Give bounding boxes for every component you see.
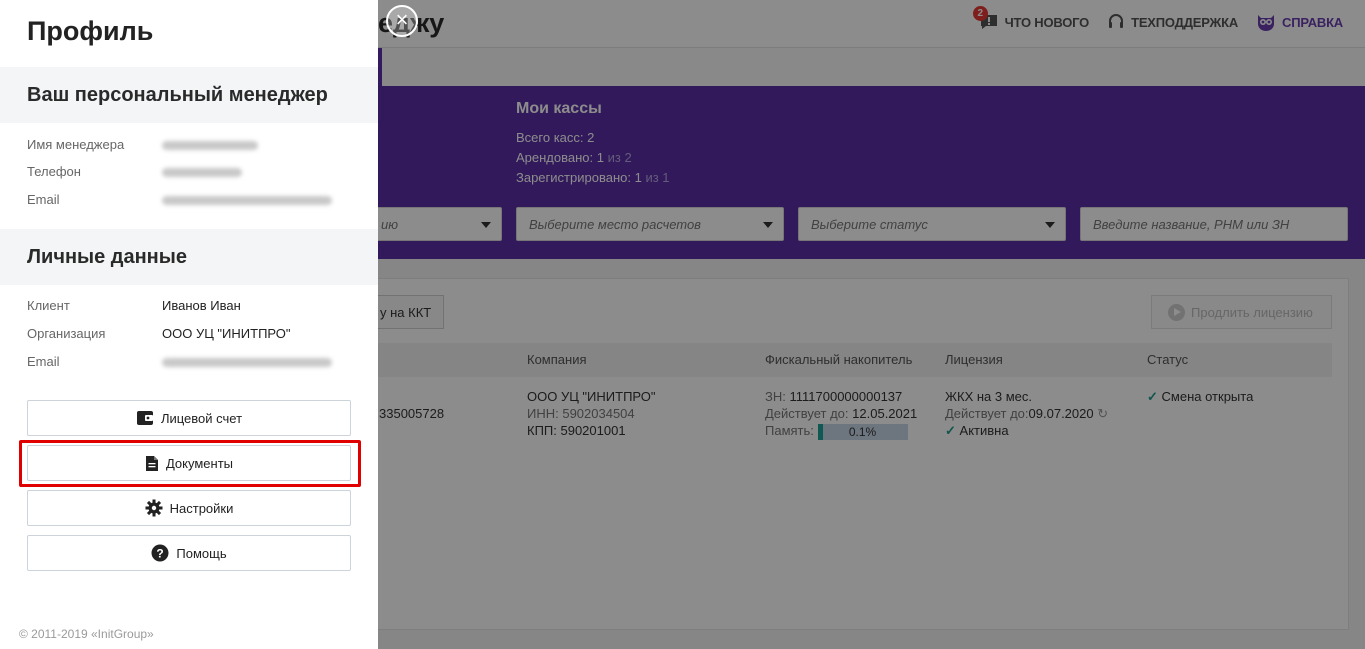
manager-phone-row: Телефон	[27, 162, 357, 182]
question-circle-icon: ?	[151, 544, 169, 562]
blurred-value	[162, 168, 242, 177]
settings-button[interactable]: Настройки	[27, 490, 351, 526]
client-row: Клиент Иванов Иван	[27, 298, 241, 313]
close-panel-button[interactable]: ×	[386, 5, 418, 37]
organization-row: Организация ООО УЦ "ИНИТПРО"	[27, 326, 291, 341]
gear-icon	[145, 499, 163, 517]
svg-text:?: ?	[157, 547, 164, 561]
email-row: Email	[27, 352, 357, 372]
blurred-value	[162, 196, 332, 205]
help-button[interactable]: ? Помощь	[27, 535, 351, 571]
personal-section-header: Личные данные	[0, 229, 378, 285]
wallet-icon	[136, 411, 153, 425]
blurred-value	[162, 141, 258, 150]
account-button[interactable]: Лицевой счет	[27, 400, 351, 436]
manager-email-row: Email	[27, 190, 357, 210]
highlight-box	[19, 440, 361, 487]
profile-panel: Профиль Ваш персональный менеджер Имя ме…	[0, 0, 378, 649]
copyright: © 2011-2019 «InitGroup»	[19, 627, 154, 641]
manager-section-header: Ваш персональный менеджер	[0, 67, 378, 123]
blurred-value	[162, 358, 332, 367]
manager-name-row: Имя менеджера	[27, 135, 357, 155]
panel-title: Профиль	[27, 16, 154, 46]
